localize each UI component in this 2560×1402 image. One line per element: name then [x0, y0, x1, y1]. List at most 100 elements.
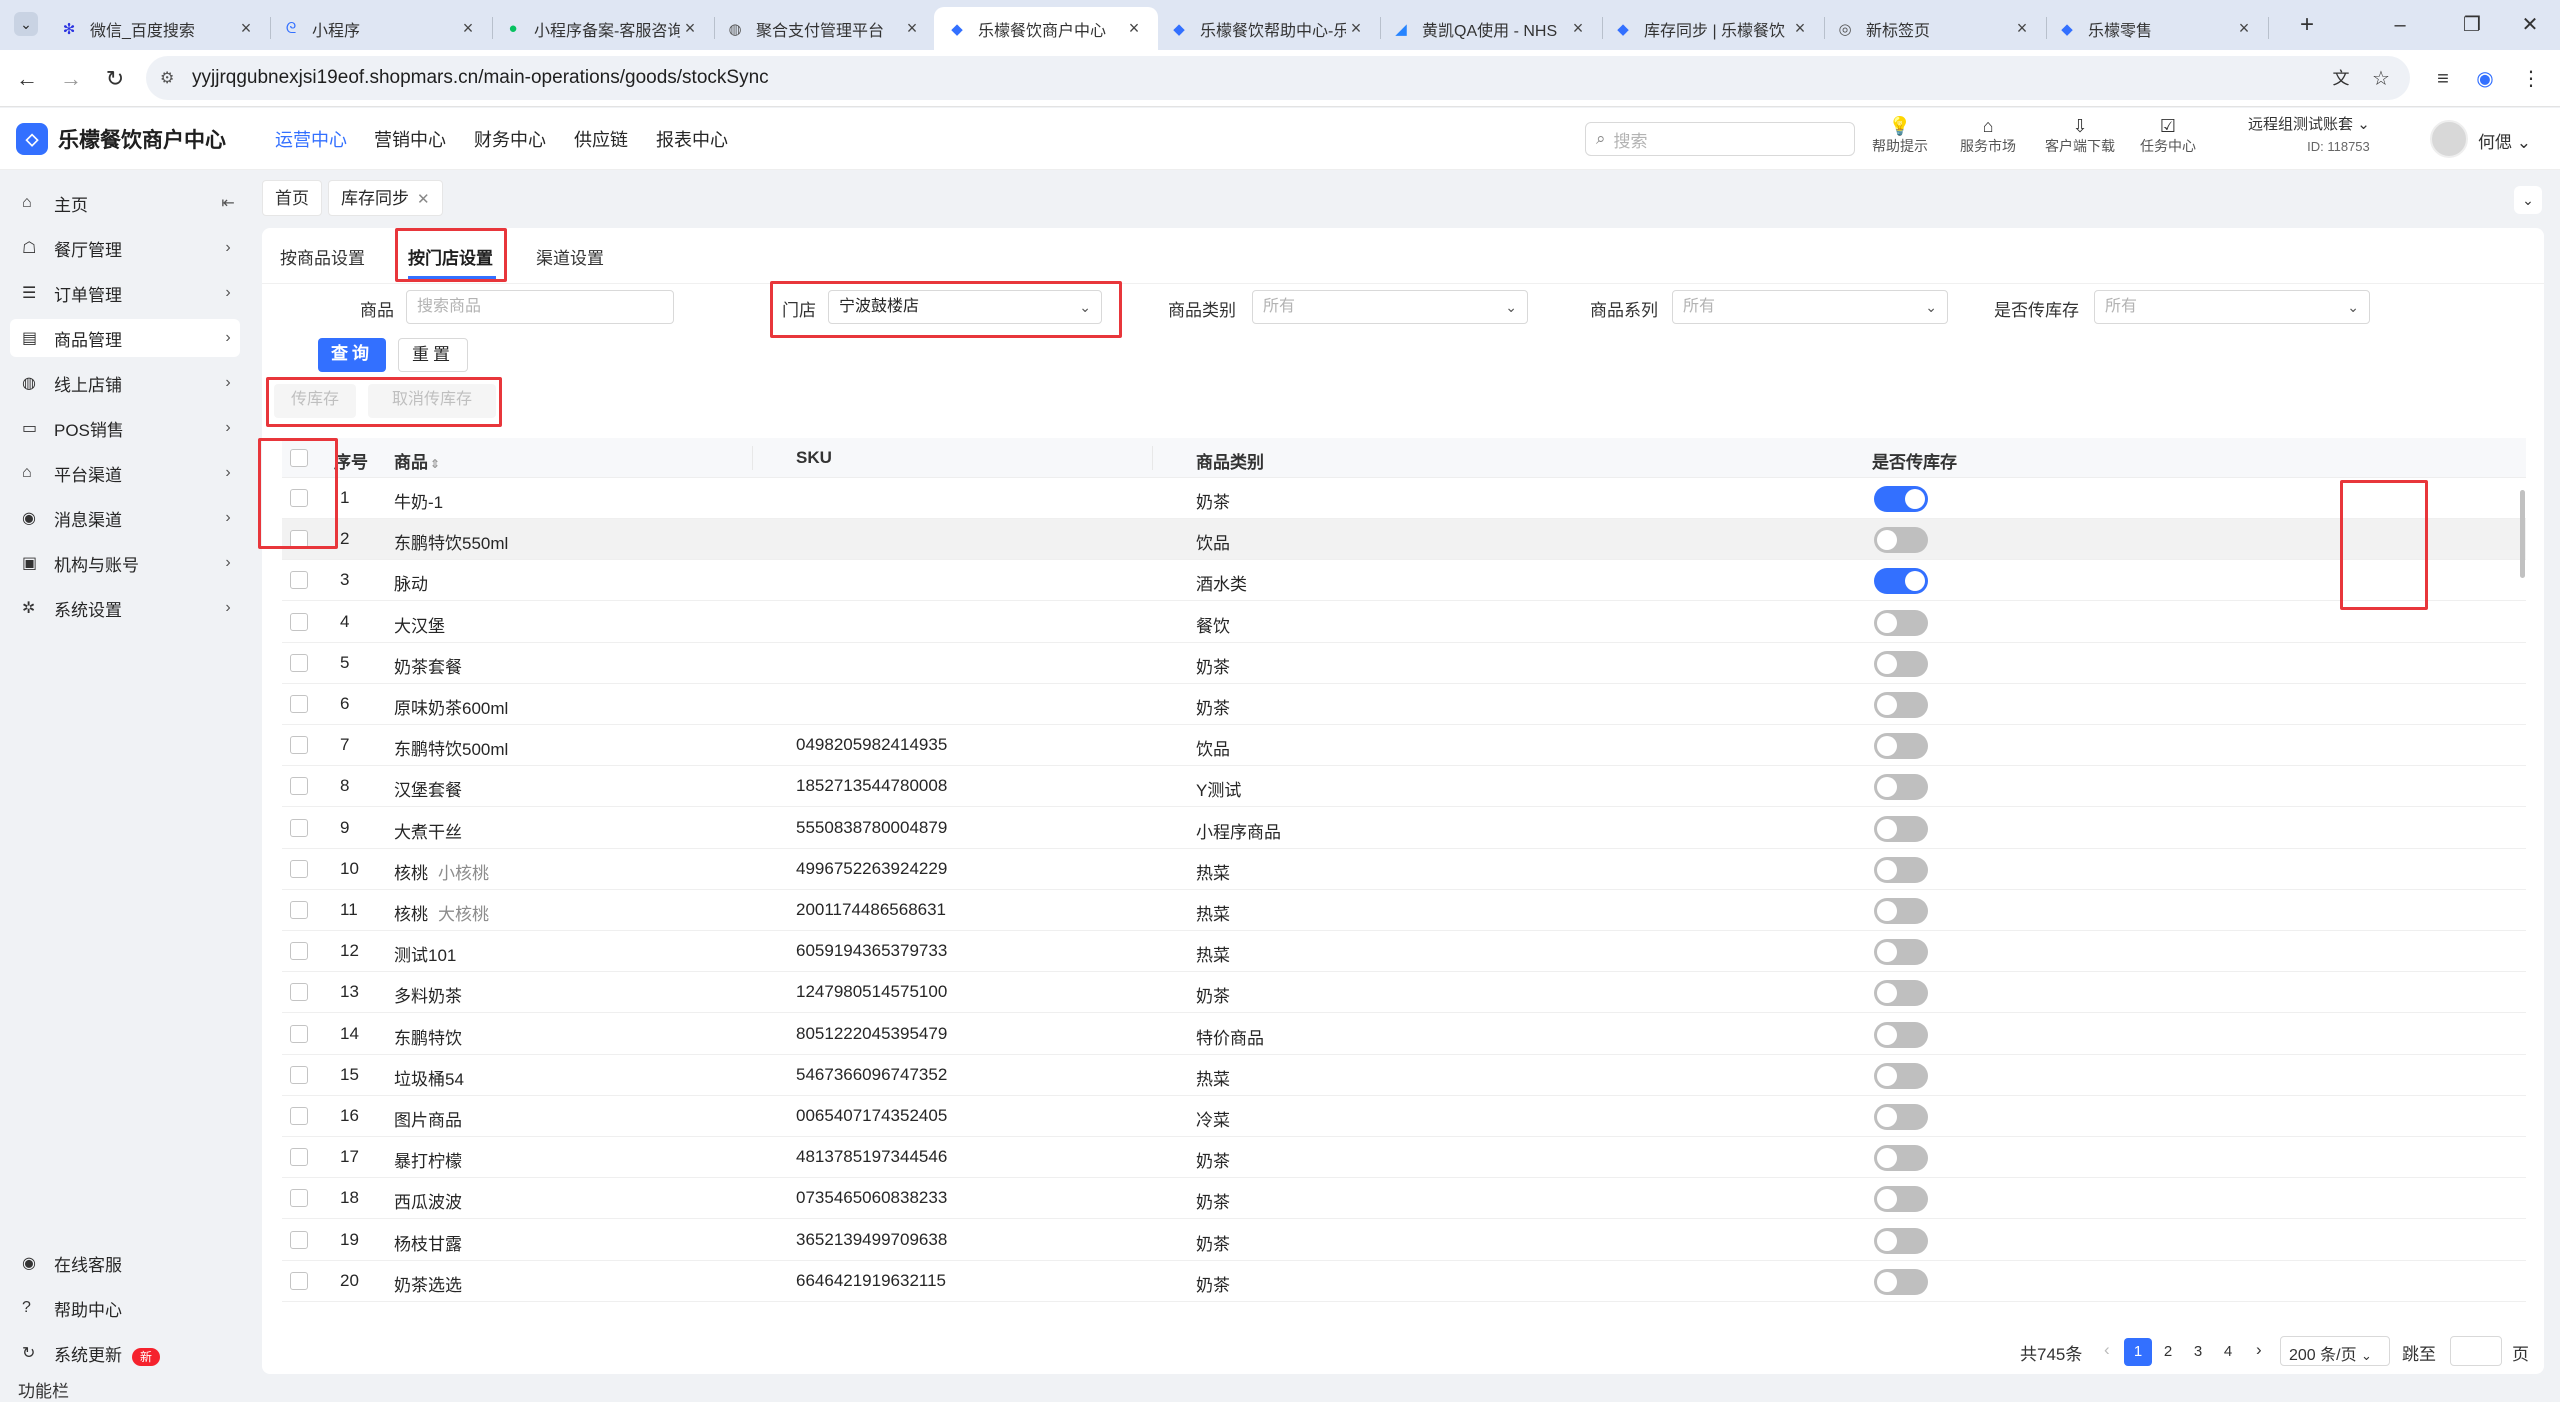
row-checkbox[interactable] — [290, 1024, 308, 1043]
profile-icon[interactable]: ◉ — [2470, 64, 2500, 94]
page-number[interactable]: 3 — [2184, 1338, 2212, 1366]
minimize-icon[interactable]: – — [2380, 8, 2420, 42]
close-icon[interactable]: × — [902, 18, 922, 39]
function-item[interactable]: ? 帮助中心 — [10, 1289, 240, 1327]
tab-search-icon[interactable]: ⌄ — [14, 12, 38, 36]
bookmark-star-icon[interactable]: ☆ — [2366, 64, 2396, 94]
sidebar-item[interactable]: ▤ 商品管理 › — [10, 319, 240, 357]
avatar[interactable] — [2430, 120, 2468, 158]
back-icon[interactable]: ← — [10, 62, 44, 96]
browser-tab[interactable]: ● 小程序备案-客服咨询 × — [490, 7, 715, 50]
browser-tab[interactable]: ◆ 乐檬餐饮帮助中心-乐 × — [1156, 7, 1381, 50]
category-select[interactable]: 所有 ⌄ — [1252, 290, 1528, 324]
sidebar-item[interactable]: ◉ 消息渠道 › — [10, 499, 240, 537]
row-checkbox[interactable] — [290, 983, 308, 1002]
row-checkbox[interactable] — [290, 942, 308, 961]
sync-toggle[interactable] — [1874, 609, 1928, 636]
row-checkbox[interactable] — [290, 1065, 308, 1084]
crumb-stock-sync[interactable]: 库存同步 ✕ — [328, 180, 443, 216]
close-icon[interactable]: × — [236, 18, 256, 39]
next-page-icon[interactable]: › — [2256, 1340, 2262, 1360]
topnav-reports[interactable]: 报表中心 — [656, 126, 728, 152]
topnav-finance[interactable]: 财务中心 — [474, 126, 546, 152]
header-search-input[interactable]: ⌕ 搜索 — [1585, 122, 1855, 156]
sync-toggle[interactable] — [1874, 1186, 1928, 1213]
topnav-ops[interactable]: 运营中心 — [275, 126, 347, 152]
sync-select[interactable]: 所有 ⌄ — [2094, 290, 2370, 324]
sidebar-item[interactable]: ✲ 系统设置 › — [10, 589, 240, 627]
browser-tab[interactable]: ◆ 乐檬餐饮商户中心 × — [934, 7, 1158, 50]
user-menu[interactable]: 何偲 ⌄ — [2478, 128, 2531, 153]
row-checkbox[interactable] — [290, 695, 308, 713]
sync-toggle[interactable] — [1874, 1104, 1928, 1130]
topnav-supply[interactable]: 供应链 — [574, 126, 628, 152]
table-row[interactable]: 14 东鹏特饮 8051222045395479 特价商品 — [282, 1014, 2526, 1055]
tab-channel-settings[interactable]: 渠道设置 — [536, 244, 604, 269]
sync-toggle[interactable] — [1874, 1062, 1928, 1089]
query-button[interactable]: 查询 — [318, 338, 386, 372]
sidebar-item[interactable]: ⌂ 平台渠道 › — [10, 454, 240, 492]
media-control-icon[interactable]: ≡ — [2428, 64, 2458, 94]
page-number[interactable]: 2 — [2154, 1338, 2182, 1366]
table-row[interactable]: 11 核桃 大核桃 2001174486568631 热菜 — [282, 890, 2526, 931]
table-row[interactable]: 3 脉动 酒水类 — [282, 560, 2526, 602]
page-size-select[interactable]: 200 条/页 ⌄ — [2280, 1336, 2390, 1366]
prev-page-icon[interactable]: ‹ — [2104, 1340, 2110, 1360]
service-market-button[interactable]: ⌂ 服务市场 — [1948, 116, 2028, 156]
sync-toggle[interactable] — [1874, 568, 1928, 595]
row-checkbox[interactable] — [290, 777, 308, 796]
close-icon[interactable]: × — [1124, 18, 1144, 39]
sync-toggle[interactable] — [1874, 939, 1928, 966]
sync-toggle[interactable] — [1874, 856, 1928, 883]
url-field[interactable]: ⚙ yyjjrqgubnexjsi19eof.shopmars.cn/main-… — [146, 56, 2410, 100]
function-item[interactable]: ↻ 系统更新新 — [10, 1334, 240, 1372]
row-checkbox[interactable] — [290, 1230, 308, 1249]
browser-tab[interactable]: ◆ 乐檬零售 × — [2044, 7, 2269, 50]
table-row[interactable]: 9 大煮干丝 5550838780004879 小程序商品 — [282, 808, 2526, 849]
row-checkbox[interactable] — [290, 1189, 308, 1208]
task-center-button[interactable]: ☑ 任务中心 — [2128, 116, 2208, 156]
close-icon[interactable]: × — [1346, 18, 1366, 39]
sync-toggle[interactable] — [1874, 733, 1928, 760]
row-checkbox[interactable] — [290, 1107, 308, 1125]
restore-icon[interactable]: ❐ — [2452, 8, 2492, 42]
table-row[interactable]: 18 西瓜波波 0735465060838233 奶茶 — [282, 1178, 2526, 1220]
browser-tab[interactable]: ◎ 新标签页 × — [1822, 7, 2047, 50]
browser-tab[interactable]: ᘓ 小程序 × — [268, 7, 493, 50]
function-item[interactable]: ◉ 在线客服 — [10, 1244, 240, 1282]
row-checkbox[interactable] — [290, 818, 308, 837]
sidebar-item[interactable]: ☰ 订单管理 › — [10, 274, 240, 312]
table-row[interactable]: 8 汉堡套餐 1852713544780008 Y测试 — [282, 766, 2526, 808]
browser-tab[interactable]: ◍ 聚合支付管理平台 × — [712, 7, 937, 50]
close-icon[interactable]: × — [2234, 18, 2254, 39]
sync-toggle[interactable] — [1874, 774, 1928, 801]
row-checkbox[interactable] — [290, 901, 308, 919]
sync-toggle[interactable] — [1874, 1227, 1928, 1254]
close-window-icon[interactable]: ✕ — [2510, 8, 2550, 42]
site-info-icon[interactable]: ⚙ — [160, 68, 182, 88]
close-icon[interactable]: ✕ — [417, 191, 430, 208]
table-row[interactable]: 2 东鹏特饮550ml 饮品 — [282, 519, 2526, 561]
browser-tab[interactable]: ◆ 库存同步 | 乐檬餐饮 × — [1600, 7, 1825, 50]
table-row[interactable]: 19 杨枝甘露 3652139499709638 奶茶 — [282, 1220, 2526, 1261]
sync-toggle[interactable] — [1874, 898, 1928, 924]
collapse-sidebar-icon[interactable]: ⇤ — [216, 193, 240, 213]
help-tips-button[interactable]: 💡 帮助提示 — [1860, 116, 1940, 156]
topnav-marketing[interactable]: 营销中心 — [374, 126, 446, 152]
table-row[interactable]: 16 图片商品 0065407174352405 冷菜 — [282, 1096, 2526, 1137]
row-checkbox[interactable] — [290, 653, 308, 672]
sync-toggle[interactable] — [1874, 1268, 1928, 1295]
sidebar-item[interactable]: ☖ 餐厅管理 › — [10, 229, 240, 267]
table-row[interactable]: 17 暴打柠檬 4813785197344546 奶茶 — [282, 1137, 2526, 1179]
browser-menu-icon[interactable]: ⋮ — [2516, 64, 2546, 94]
row-checkbox[interactable] — [290, 1148, 308, 1167]
table-row[interactable]: 12 测试101 6059194365379733 热菜 — [282, 931, 2526, 973]
table-row[interactable]: 13 多料奶茶 1247980514575100 奶茶 — [282, 972, 2526, 1014]
close-icon[interactable]: × — [1790, 18, 1810, 39]
goods-search-input[interactable]: 搜索商品 — [406, 290, 674, 324]
row-checkbox[interactable] — [290, 571, 308, 590]
account-switcher[interactable]: 远程组测试账套 ⌄ ID: 118753 — [2248, 114, 2370, 158]
tab-by-goods[interactable]: 按商品设置 — [280, 244, 365, 269]
row-checkbox[interactable] — [290, 859, 308, 878]
row-checkbox[interactable] — [290, 612, 308, 631]
